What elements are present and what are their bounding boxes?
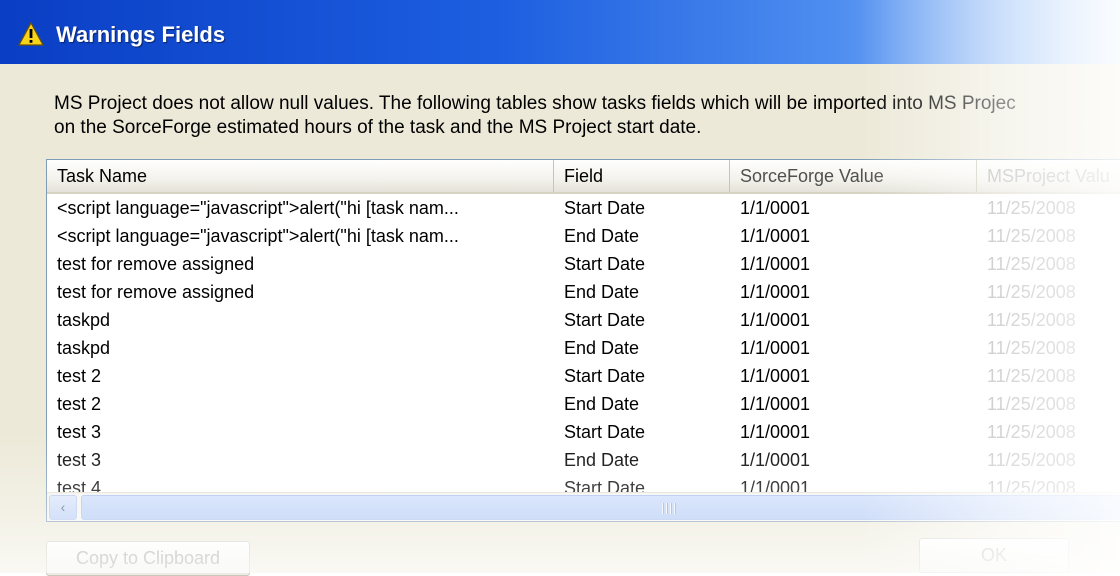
scrollbar-grip-icon <box>662 503 678 514</box>
sorceforge-value-cell: 1/1/0001 <box>740 450 811 470</box>
warning-icon <box>18 22 44 46</box>
field-cell: Start Date <box>564 310 646 330</box>
scroll-left-button[interactable]: ‹ <box>49 495 77 520</box>
table-row[interactable]: <script language="javascript">alert("hi … <box>47 222 1120 250</box>
msproject-value-cell: 11/25/2008 <box>987 366 1076 386</box>
task-name-cell: test for remove assigned <box>57 254 255 274</box>
field-cell: Start Date <box>564 422 646 442</box>
msproject-value-cell: 11/25/2008 <box>987 226 1076 246</box>
sorceforge-value-cell: 1/1/0001 <box>740 310 811 330</box>
task-name-cell: test 2 <box>57 366 102 386</box>
table-row[interactable]: test 2 Start Date 1/1/0001 11/25/2008 <box>47 362 1120 390</box>
field-cell: End Date <box>564 226 640 246</box>
message-line-1: MS Project does not allow null values. T… <box>54 93 1016 114</box>
table-row[interactable]: taskpd End Date 1/1/0001 11/25/2008 <box>47 334 1120 362</box>
scrollbar-thumb[interactable] <box>81 495 1120 520</box>
column-header-field[interactable]: Field <box>554 160 730 192</box>
warning-message: MS Project does not allow null values. T… <box>54 92 1120 140</box>
msproject-value-cell: 11/25/2008 <box>987 198 1076 218</box>
field-cell: End Date <box>564 338 640 358</box>
title-bar[interactable]: Warnings Fields <box>0 0 1120 64</box>
msproject-value-cell: 11/25/2008 <box>987 338 1076 358</box>
dialog-title: Warnings Fields <box>56 22 226 47</box>
task-name-cell: taskpd <box>57 310 111 330</box>
sorceforge-value-cell: 1/1/0001 <box>740 254 811 274</box>
field-cell: End Date <box>564 282 640 302</box>
copy-to-clipboard-button[interactable]: Copy to Clipboard <box>46 541 250 576</box>
table-row[interactable]: test for remove assigned End Date 1/1/00… <box>47 278 1120 306</box>
column-header-sorceforge-value[interactable]: SorceForge Value <box>730 160 977 192</box>
task-name-cell: <script language="javascript">alert("hi … <box>57 226 459 246</box>
msproject-value-cell: 11/25/2008 <box>987 282 1076 302</box>
sorceforge-value-cell: 1/1/0001 <box>740 282 811 302</box>
task-name-cell: <script language="javascript">alert("hi … <box>57 198 459 218</box>
task-name-cell: taskpd <box>57 338 111 358</box>
table-row[interactable]: test 3 End Date 1/1/0001 11/25/2008 <box>47 446 1120 474</box>
sorceforge-value-cell: 1/1/0001 <box>740 422 811 442</box>
field-cell: Start Date <box>564 254 646 274</box>
column-header-msproject-value[interactable]: MSProject Valu <box>977 160 1120 192</box>
msproject-value-cell: 11/25/2008 <box>987 394 1076 414</box>
sorceforge-value-cell: 1/1/0001 <box>740 366 811 386</box>
sorceforge-value-cell: 1/1/0001 <box>740 394 811 414</box>
table-header: Task Name Field SorceForge Value MSProje… <box>47 160 1120 194</box>
chevron-left-icon: ‹ <box>60 499 66 515</box>
sorceforge-value-cell: 1/1/0001 <box>740 226 811 246</box>
task-name-cell: test 2 <box>57 394 102 414</box>
task-name-cell: test 3 <box>57 450 102 470</box>
field-cell: Start Date <box>564 198 646 218</box>
table-row[interactable]: <script language="javascript">alert("hi … <box>47 194 1120 222</box>
field-cell: End Date <box>564 450 640 470</box>
sorceforge-value-cell: 1/1/0001 <box>740 338 811 358</box>
field-cell: End Date <box>564 394 640 414</box>
table-row[interactable]: test 2 End Date 1/1/0001 11/25/2008 <box>47 390 1120 418</box>
message-line-2: on the SorceForge estimated hours of the… <box>54 117 702 138</box>
task-name-cell: test for remove assigned <box>57 282 255 302</box>
task-name-cell: test 3 <box>57 422 102 442</box>
sorceforge-value-cell: 1/1/0001 <box>740 198 811 218</box>
column-header-task-name[interactable]: Task Name <box>47 160 554 192</box>
ok-button[interactable]: OK <box>919 538 1069 573</box>
field-cell: Start Date <box>564 366 646 386</box>
table-row[interactable]: taskpd Start Date 1/1/0001 11/25/2008 <box>47 306 1120 334</box>
msproject-value-cell: 11/25/2008 <box>987 422 1076 442</box>
warnings-dialog: Warnings Fields MS Project does not allo… <box>0 0 1120 576</box>
warnings-table[interactable]: Task Name Field SorceForge Value MSProje… <box>46 159 1120 522</box>
table-row[interactable]: test 3 Start Date 1/1/0001 11/25/2008 <box>47 418 1120 446</box>
table-row[interactable]: test for remove assigned Start Date 1/1/… <box>47 250 1120 278</box>
msproject-value-cell: 11/25/2008 <box>987 254 1076 274</box>
msproject-value-cell: 11/25/2008 <box>987 450 1076 470</box>
msproject-value-cell: 11/25/2008 <box>987 310 1076 330</box>
horizontal-scrollbar[interactable]: ‹ <box>47 492 1120 521</box>
